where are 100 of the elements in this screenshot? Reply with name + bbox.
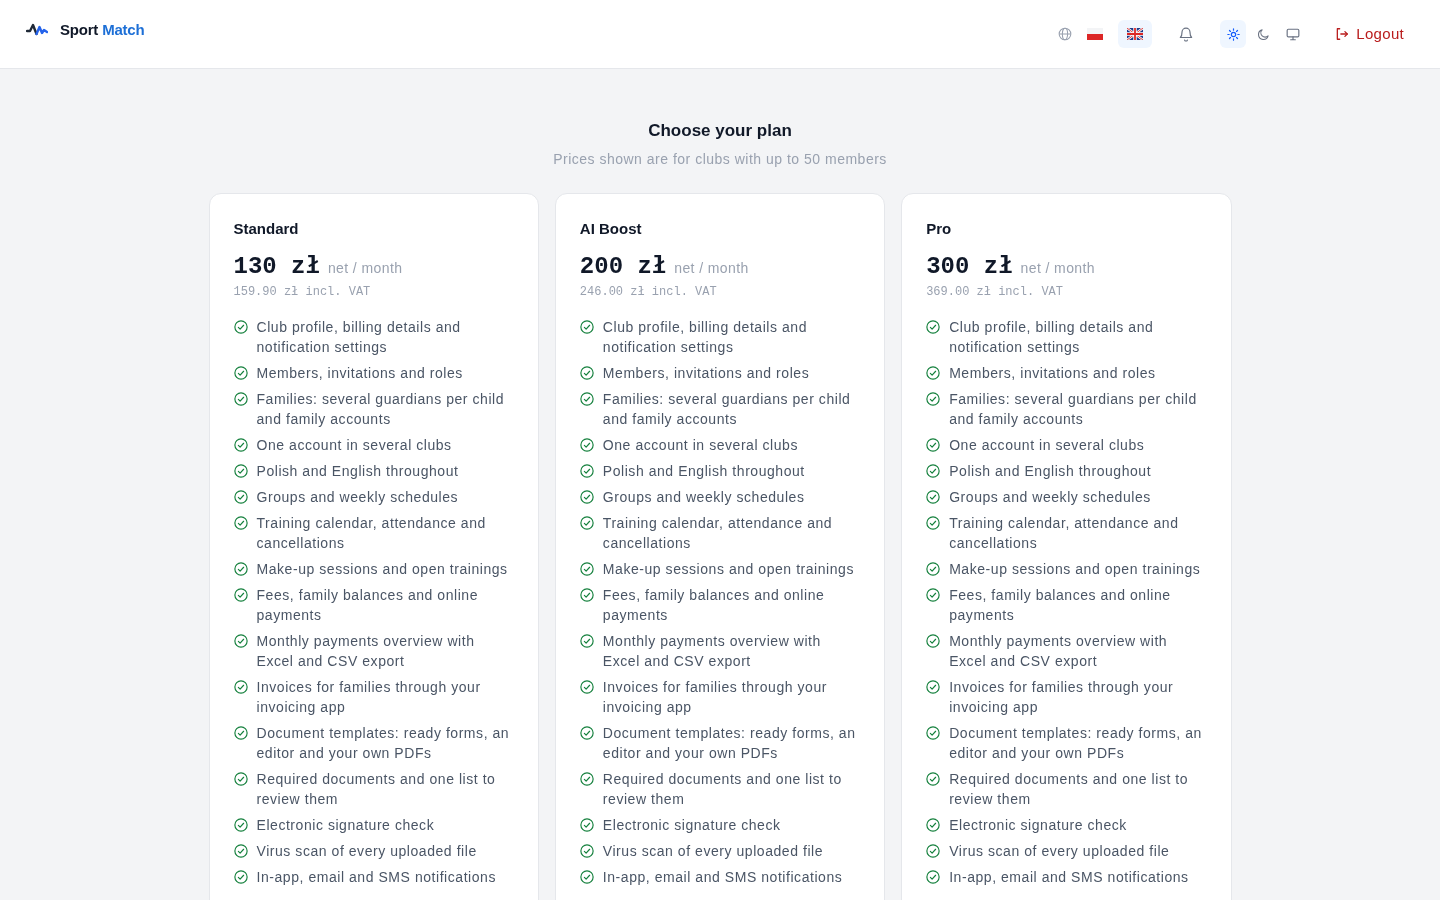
- moon-icon: [1256, 27, 1270, 41]
- plan-name: AI Boost: [579, 219, 643, 239]
- check-icon: [926, 772, 941, 786]
- gross-price: 369.00 zł incl. VAT: [926, 284, 1064, 300]
- check-icon: [926, 818, 941, 832]
- feature-text: Groups and weekly schedules: [256, 488, 459, 507]
- feature-text: One account in several clubs: [949, 436, 1145, 455]
- check-icon: [579, 490, 594, 504]
- feature-text: Members, invitations and roles: [256, 364, 463, 383]
- feature-text: Fees, family balances and online payments: [602, 586, 826, 625]
- feature-text: Families: several guardians per child and family accounts: [256, 390, 506, 429]
- check-icon: [233, 438, 248, 452]
- feature-text: Families: several guardians per child and family accounts: [949, 390, 1198, 429]
- flag-icon: [1087, 28, 1104, 40]
- check-icon: [579, 588, 594, 602]
- check-icon: [233, 772, 248, 786]
- feature-text: Fees, family balances and online payments: [256, 586, 479, 625]
- feature-text: Virus scan of every uploaded file: [949, 842, 1170, 861]
- feature-text: Make-up sessions and open trainings: [256, 560, 508, 579]
- check-icon: [233, 818, 248, 832]
- bell-icon: [1178, 25, 1195, 43]
- check-icon: [233, 680, 248, 694]
- page-subtitle: Prices shown are for clubs with up to 50 members: [553, 150, 887, 169]
- feature-text: Invoices for families through your invoicing app: [949, 678, 1175, 717]
- feature-text: Training calendar, attendance and cancellations: [256, 514, 487, 553]
- feature-text: Electronic signature check: [602, 816, 781, 835]
- check-icon: [926, 562, 941, 576]
- check-icon: [233, 392, 248, 406]
- check-icon: [233, 490, 248, 504]
- check-icon: [926, 588, 941, 602]
- check-icon: [579, 870, 594, 884]
- feature-text: Monthly payments overview with Excel and CSV export: [602, 632, 822, 671]
- feature-text: Make-up sessions and open trainings: [602, 560, 854, 579]
- check-icon: [579, 366, 594, 380]
- check-icon: [579, 516, 594, 530]
- check-icon: [926, 320, 941, 334]
- feature-text: Groups and weekly schedules: [602, 488, 805, 507]
- check-icon: [926, 870, 941, 884]
- check-icon: [926, 634, 941, 648]
- check-icon: [926, 680, 941, 694]
- feature-text: Polish and English throughout: [256, 462, 459, 481]
- check-icon: [926, 366, 941, 380]
- check-icon: [579, 320, 594, 334]
- feature-text: Fees, family balances and online payments: [949, 586, 1172, 625]
- check-icon: [926, 516, 941, 530]
- plan-name: Pro: [926, 219, 953, 239]
- language-button[interactable]: [1118, 20, 1153, 48]
- feature-text: In-app, email and SMS notifications: [602, 868, 843, 887]
- feature-text: Groups and weekly schedules: [949, 488, 1151, 507]
- feature-text: Electronic signature check: [256, 816, 435, 835]
- feature-text: In-app, email and SMS notifications: [949, 868, 1189, 887]
- feature-text: Virus scan of every uploaded file: [256, 842, 477, 861]
- feature-text: Document templates: ready forms, an editor and your own PDFs: [602, 724, 857, 763]
- feature-text: Families: several guardians per child and family accounts: [602, 390, 852, 429]
- check-icon: [926, 438, 941, 452]
- check-icon: [233, 726, 248, 740]
- feature-text: One account in several clubs: [256, 436, 452, 455]
- feature-text: Required documents and one list to review them: [602, 770, 843, 809]
- feature-text: Club profile, billing details and notification settings: [256, 318, 462, 357]
- check-icon: [926, 726, 941, 740]
- gross-price: 159.90 zł incl. VAT: [233, 284, 372, 300]
- check-icon: [579, 818, 594, 832]
- check-icon: [579, 634, 594, 648]
- plan-name: Standard: [233, 219, 300, 239]
- logo-icon: [26, 23, 48, 37]
- feature-text: Required documents and one list to review them: [949, 770, 1190, 809]
- feature-text: One account in several clubs: [602, 436, 798, 455]
- logout-button[interactable]: Logout: [1335, 22, 1404, 46]
- feature-text: Document templates: ready forms, an editor and your own PDFs: [949, 724, 1203, 763]
- feature-text: Virus scan of every uploaded file: [602, 842, 824, 861]
- flag-icon: [1127, 28, 1144, 40]
- check-icon: [233, 366, 248, 380]
- feature-text: Invoices for families through your invoicing app: [602, 678, 828, 717]
- check-icon: [926, 844, 941, 858]
- check-icon: [926, 490, 941, 504]
- check-icon: [579, 726, 594, 740]
- plan-price: 130 zł: [233, 252, 320, 282]
- check-icon: [579, 562, 594, 576]
- feature-text: Members, invitations and roles: [949, 364, 1156, 383]
- check-icon: [233, 634, 248, 648]
- check-icon: [233, 516, 248, 530]
- feature-text: Training calendar, attendance and cancellations: [949, 514, 1180, 553]
- brand-name: Sport Match: [60, 19, 145, 40]
- feature-text: Members, invitations and roles: [602, 364, 810, 383]
- check-icon: [233, 320, 248, 334]
- price-period: net / month: [327, 259, 403, 278]
- feature-text: Club profile, billing details and notification settings: [602, 318, 808, 357]
- feature-text: Polish and English throughout: [602, 462, 805, 481]
- monitor-icon: [1286, 27, 1301, 41]
- globe-icon: [1058, 27, 1073, 41]
- feature-text: Invoices for families through your invoicing app: [256, 678, 482, 717]
- gross-price: 246.00 zł incl. VAT: [579, 284, 718, 300]
- sun-icon: [1226, 27, 1240, 41]
- feature-text: Document templates: ready forms, an editor and your own PDFs: [256, 724, 511, 763]
- check-icon: [579, 464, 594, 478]
- check-icon: [926, 464, 941, 478]
- feature-text: Required documents and one list to review them: [256, 770, 497, 809]
- theme-button[interactable]: [1220, 20, 1247, 48]
- check-icon: [579, 392, 594, 406]
- feature-text: Polish and English throughout: [949, 462, 1152, 481]
